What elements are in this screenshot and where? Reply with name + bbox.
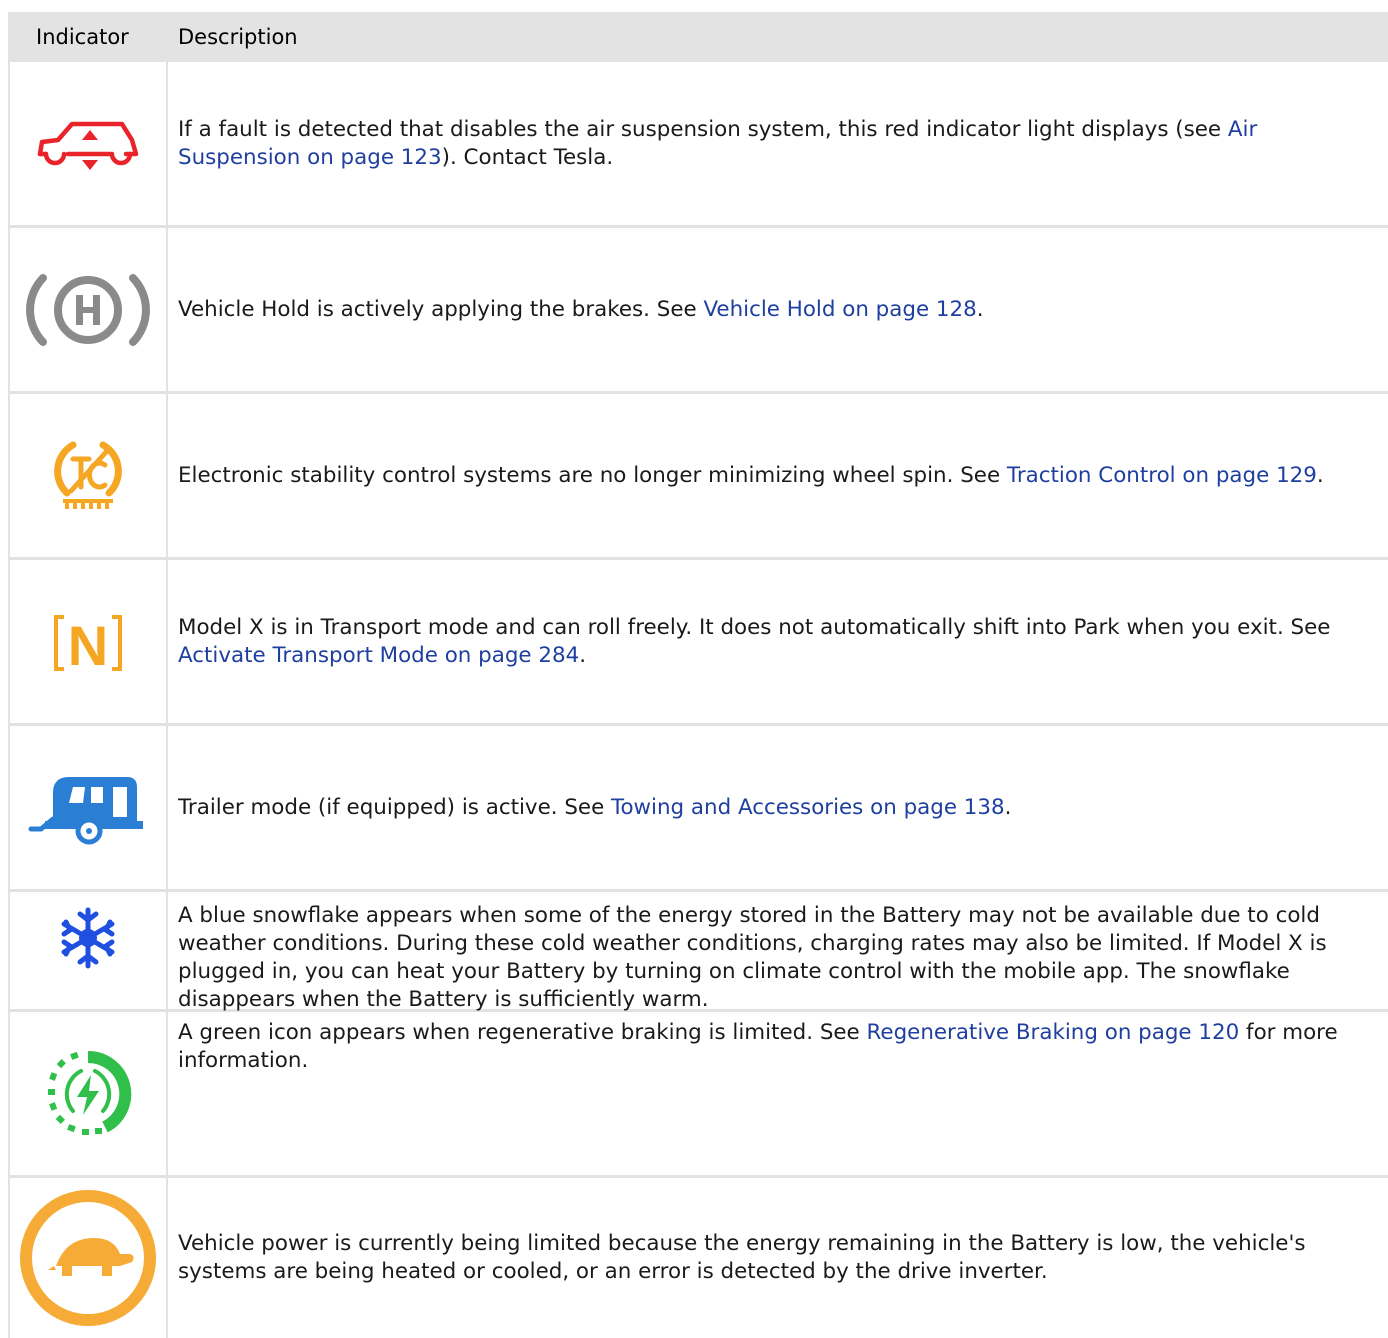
table-row: A green icon appears when regenerative b… xyxy=(10,1012,1388,1178)
turtle-power-limited-icon xyxy=(10,1178,168,1338)
transport-mode-icon: N xyxy=(10,560,168,723)
description-text: A blue snowflake appears when some of th… xyxy=(178,903,1327,1012)
traction-control-icon xyxy=(10,394,168,557)
regen-braking-limited-icon xyxy=(10,1012,168,1175)
table-row: A blue snowflake appears when some of th… xyxy=(10,892,1388,1012)
row-description: If a fault is detected that disables the… xyxy=(168,62,1388,225)
description-text: . xyxy=(1316,462,1324,488)
table-row: Trailer mode (if equipped) is active. Se… xyxy=(10,726,1388,892)
description-text: Trailer mode (if equipped) is active. Se… xyxy=(178,794,612,820)
row-description: Trailer mode (if equipped) is active. Se… xyxy=(168,726,1388,889)
description-text: ). Contact Tesla. xyxy=(441,144,614,170)
table-row: If a fault is detected that disables the… xyxy=(10,62,1388,228)
description-text: Electronic stability control systems are… xyxy=(178,462,1007,488)
snowflake-icon xyxy=(10,892,168,1009)
description-text: If a fault is detected that disables the… xyxy=(178,116,1228,142)
table-row: Electronic stability control systems are… xyxy=(10,394,1388,560)
row-description: Electronic stability control systems are… xyxy=(168,394,1388,557)
row-description: Vehicle Hold is actively applying the br… xyxy=(168,228,1388,391)
row-description: A green icon appears when regenerative b… xyxy=(168,1012,1388,1175)
indicator-column-header: Indicator xyxy=(36,25,129,49)
description-text: . xyxy=(976,296,984,322)
row-description: Vehicle power is currently being limited… xyxy=(168,1178,1388,1338)
description-text: Vehicle Hold is actively applying the br… xyxy=(178,296,704,322)
traction-control-link[interactable]: Traction Control on page 129 xyxy=(1007,463,1317,488)
table-row: N Model X is in Transport mode and can r… xyxy=(10,560,1388,726)
trailer-mode-icon xyxy=(10,726,168,889)
row-description: A blue snowflake appears when some of th… xyxy=(168,892,1388,1012)
vehicle-hold-link[interactable]: Vehicle Hold on page 128 xyxy=(703,297,976,322)
row-description: Model X is in Transport mode and can rol… xyxy=(168,560,1388,723)
description-text: Model X is in Transport mode and can rol… xyxy=(178,614,1331,640)
description-column-header: Description xyxy=(178,25,298,49)
description-text: . xyxy=(1004,794,1012,820)
table-header: Indicator Description xyxy=(10,12,1388,62)
transport-mode-link[interactable]: Activate Transport Mode on page 284 xyxy=(178,643,579,668)
table-row: Vehicle power is currently being limited… xyxy=(10,1178,1388,1338)
towing-accessories-link[interactable]: Towing and Accessories on page 138 xyxy=(611,795,1005,820)
description-text: A green icon appears when regenerative b… xyxy=(178,1020,867,1045)
description-text: Vehicle power is currently being limited… xyxy=(178,1231,1306,1284)
air-suspension-icon xyxy=(10,62,168,225)
description-text: . xyxy=(579,642,587,668)
indicator-table: Indicator Description If a fault is dete… xyxy=(8,12,1388,1338)
vehicle-hold-icon xyxy=(10,228,168,391)
table-row: Vehicle Hold is actively applying the br… xyxy=(10,228,1388,394)
regenerative-braking-link[interactable]: Regenerative Braking on page 120 xyxy=(867,1020,1240,1045)
transport-mode-letter: N xyxy=(68,614,108,677)
